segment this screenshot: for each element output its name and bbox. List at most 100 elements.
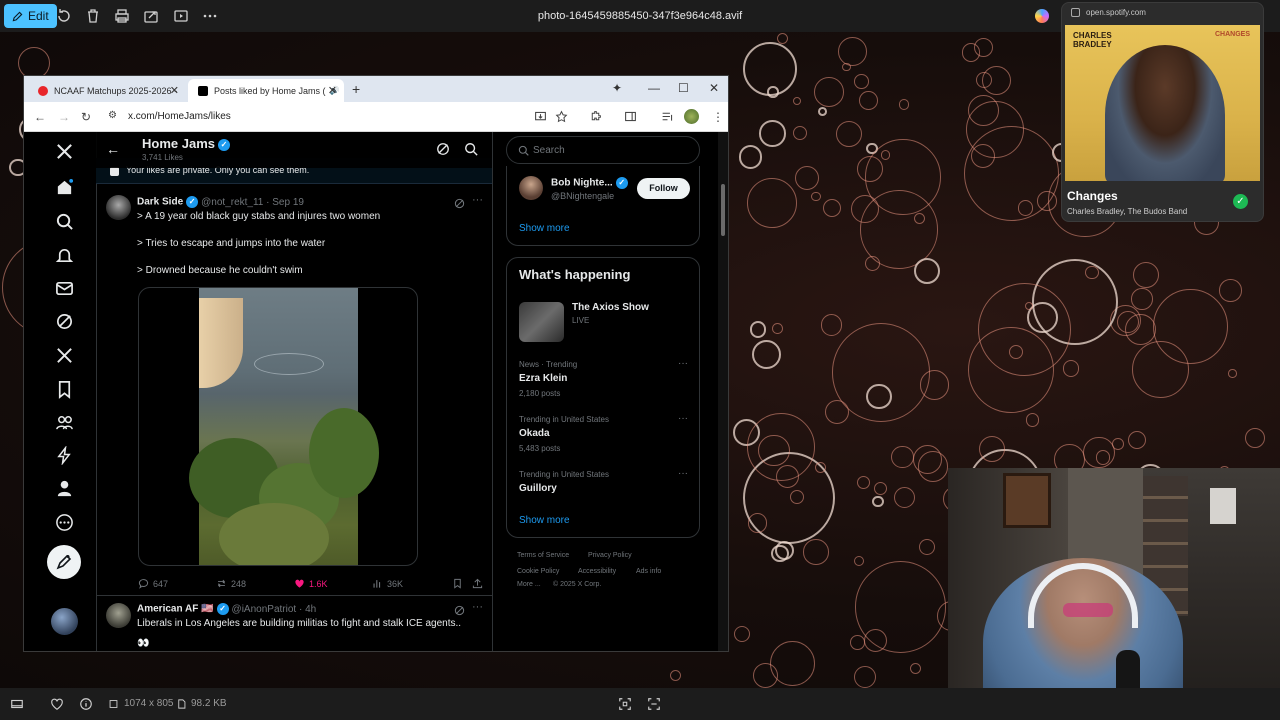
trend-more-icon[interactable]: ··· <box>678 358 688 369</box>
profile-header: ← Home Jams ✓ 3,741 Likes <box>96 132 492 168</box>
wallpaper-bubble <box>913 445 943 475</box>
info-icon[interactable] <box>79 697 93 711</box>
install-app-icon[interactable] <box>534 110 547 123</box>
wallpaper-bubble <box>776 32 788 44</box>
premium-x-icon[interactable] <box>55 346 74 365</box>
tweet-author[interactable]: Dark Side ✓ @not_rekt_11 · Sep 19 <box>137 196 304 208</box>
profile-icon[interactable] <box>55 479 74 498</box>
trend-name[interactable]: Ezra Klein <box>519 373 567 384</box>
filmstrip-icon[interactable] <box>10 697 24 711</box>
like-button[interactable]: 1.6K <box>294 578 328 589</box>
tab-strip: NCAAF Matchups 2025-2026 - ✕ Posts liked… <box>24 76 728 102</box>
copilot-icon[interactable] <box>1035 9 1049 23</box>
more-menu-icon[interactable] <box>55 513 74 532</box>
tweet-more-icon[interactable]: ··· <box>472 194 483 206</box>
tab-x-likes[interactable]: Posts liked by Home Jams ( 🔊 ✕ <box>188 79 344 102</box>
close-tab-icon[interactable]: ✕ <box>170 84 179 97</box>
communities-icon[interactable] <box>55 413 74 432</box>
verified-orgs-icon[interactable] <box>55 446 74 465</box>
share-post-icon[interactable] <box>472 578 483 589</box>
url-field[interactable]: x.com/HomeJams/likes <box>128 111 231 122</box>
footer-accessibility-link[interactable]: Accessibility <box>578 568 616 575</box>
bookmark-star-icon[interactable] <box>555 110 568 123</box>
tweet-emoji: 👀 <box>137 638 150 649</box>
extensions-icon[interactable] <box>589 110 602 123</box>
gemini-icon[interactable]: ✦ <box>612 81 622 95</box>
profile-avatar-icon[interactable] <box>684 109 699 124</box>
search-input[interactable]: Search <box>506 136 700 164</box>
footer-privacy-link[interactable]: Privacy Policy <box>588 552 632 559</box>
site-info-icon[interactable]: ⚙ <box>108 110 117 121</box>
views-button[interactable]: 36K <box>372 578 403 589</box>
tweet-avatar[interactable] <box>106 603 131 628</box>
trend-more-icon[interactable]: ··· <box>678 413 688 424</box>
bookmarks-icon[interactable] <box>55 380 74 399</box>
footer-terms-link[interactable]: Terms of Service <box>517 552 569 559</box>
tweet[interactable]: Dark Side ✓ @not_rekt_11 · Sep 19 ··· > A … <box>96 190 492 590</box>
wallpaper-bubble <box>751 339 781 369</box>
minimize-icon[interactable]: — <box>648 81 660 95</box>
forward-icon[interactable]: → <box>58 110 70 124</box>
wallpaper-bubble <box>874 481 888 496</box>
footer-more-link[interactable]: More ... <box>517 581 541 588</box>
messages-icon[interactable] <box>55 279 74 298</box>
live-event-title[interactable]: The Axios Show <box>572 302 649 313</box>
wallpaper-bubble <box>853 555 864 566</box>
tweet-avatar[interactable] <box>106 195 131 220</box>
x-left-nav <box>24 132 96 651</box>
wallpaper-bubble <box>919 538 935 555</box>
follow-button[interactable]: Follow <box>637 178 690 199</box>
home-icon[interactable] <box>55 178 74 197</box>
back-arrow-icon[interactable]: ← <box>106 141 120 157</box>
trend-posts: 2,180 posts <box>519 389 561 398</box>
wallpaper-bubble <box>858 91 878 111</box>
footer-ads-link[interactable]: Ads info <box>636 568 661 575</box>
grok-explain-icon[interactable] <box>454 198 465 209</box>
browser-menu-icon[interactable]: ⋮ <box>712 110 724 124</box>
explore-icon[interactable] <box>55 212 74 231</box>
fit-screen-icon[interactable] <box>618 697 632 711</box>
grok-icon[interactable] <box>55 312 74 331</box>
show-more-link[interactable]: Show more <box>519 223 570 234</box>
compose-post-button[interactable] <box>47 545 81 579</box>
saved-check-icon[interactable]: ✓ <box>1233 194 1248 209</box>
axios-thumbnail[interactable] <box>519 302 564 342</box>
notifications-icon[interactable] <box>55 246 74 265</box>
reply-button[interactable]: 647 <box>138 578 168 589</box>
scrollbar-thumb[interactable] <box>721 184 725 236</box>
maximize-icon[interactable]: ☐ <box>678 81 689 95</box>
trend-posts: 5,483 posts <box>519 444 561 453</box>
back-icon[interactable]: ← <box>34 110 46 124</box>
trend-name[interactable]: Okada <box>519 428 550 439</box>
trend-name[interactable]: Guillory <box>519 483 557 494</box>
video-frame[interactable] <box>189 288 379 565</box>
tweet[interactable]: American AF 🇺🇸 ✓ @iAnonPatriot · 4h ··· Li… <box>96 598 492 651</box>
media-control-icon[interactable] <box>661 110 674 123</box>
bookmark-icon[interactable] <box>452 578 463 589</box>
repost-button[interactable]: 248 <box>216 578 246 589</box>
x-logo-icon[interactable] <box>55 142 74 161</box>
trend-more-icon[interactable]: ··· <box>678 468 688 479</box>
tab-ncaaf[interactable]: NCAAF Matchups 2025-2026 - ✕ <box>28 79 186 102</box>
follow-avatar[interactable] <box>519 176 543 200</box>
wallpaper-bubble <box>811 191 821 202</box>
reload-icon[interactable]: ↻ <box>81 110 91 124</box>
footer-cookie-link[interactable]: Cookie Policy <box>517 568 559 575</box>
grok-summary-icon[interactable] <box>436 142 450 156</box>
account-avatar[interactable] <box>51 608 78 635</box>
favorite-icon[interactable] <box>50 697 64 711</box>
tweet-author[interactable]: American AF 🇺🇸 ✓ @iAnonPatriot · 4h <box>137 603 316 615</box>
actual-size-icon[interactable] <box>647 697 661 711</box>
spotify-media-widget[interactable]: open.spotify.com CHARLES BRADLEY CHANGES… <box>1061 2 1264 222</box>
close-window-icon[interactable]: ✕ <box>709 81 719 95</box>
close-tab-icon[interactable]: ✕ <box>328 84 337 97</box>
page-scrollbar[interactable] <box>718 132 728 651</box>
show-more-link[interactable]: Show more <box>519 515 570 526</box>
new-tab-icon[interactable]: + <box>352 81 360 97</box>
grok-explain-icon[interactable] <box>454 605 465 616</box>
tweet-more-icon[interactable]: ··· <box>472 601 483 613</box>
side-panel-icon[interactable] <box>624 110 637 123</box>
follow-name[interactable]: Bob Nighte... ✓ <box>551 177 628 189</box>
search-profile-icon[interactable] <box>464 142 478 156</box>
tweet-video[interactable] <box>138 287 418 566</box>
